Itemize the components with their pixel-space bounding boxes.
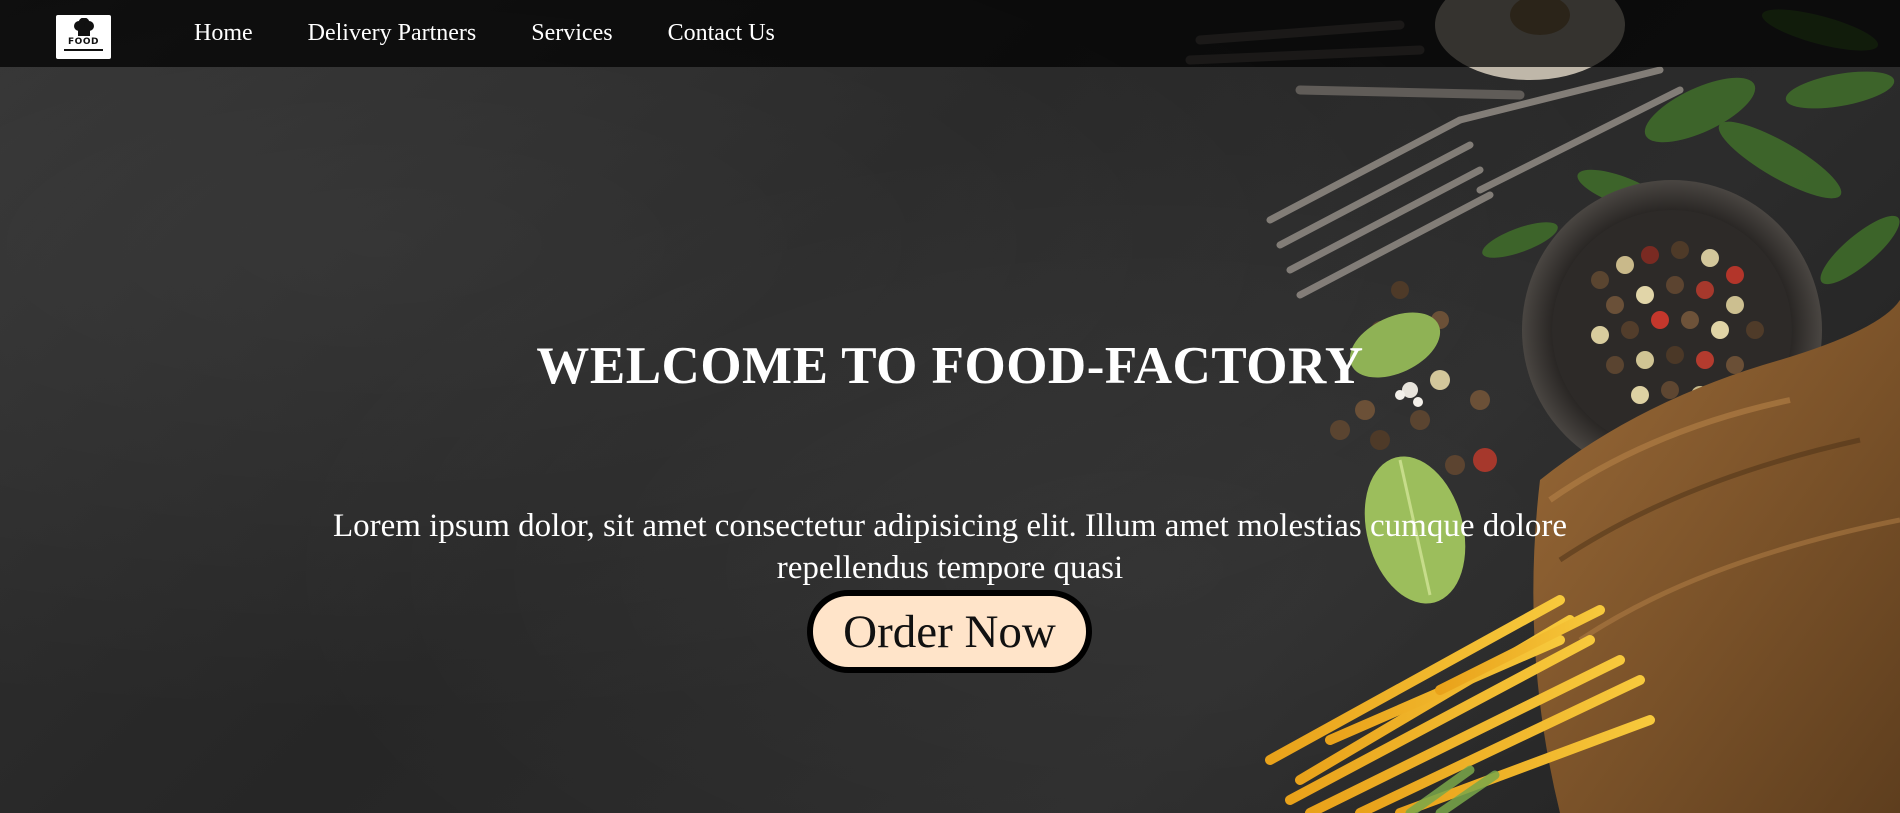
logo-divider (64, 49, 103, 51)
nav-links: Home Delivery Partners Services Contact … (194, 20, 830, 47)
nav-link-contact-us[interactable]: Contact Us (668, 20, 775, 47)
hero-title: WELCOME TO FOOD-FACTORY (536, 337, 1364, 395)
order-now-button[interactable]: Order Now (807, 590, 1092, 673)
hero-section: FOOD Home Delivery Partners Services Con… (0, 0, 1900, 813)
navbar: FOOD Home Delivery Partners Services Con… (0, 0, 1900, 67)
food-logo[interactable]: FOOD (56, 15, 111, 59)
nav-link-delivery-partners[interactable]: Delivery Partners (308, 20, 477, 47)
nav-link-services[interactable]: Services (531, 20, 612, 47)
hero-description: Lorem ipsum dolor, sit amet consectetur … (332, 508, 1568, 586)
nav-link-home[interactable]: Home (194, 20, 253, 47)
food-background-image (1185, 0, 1900, 813)
chef-hat-icon (74, 18, 94, 36)
logo-text: FOOD (68, 37, 99, 47)
